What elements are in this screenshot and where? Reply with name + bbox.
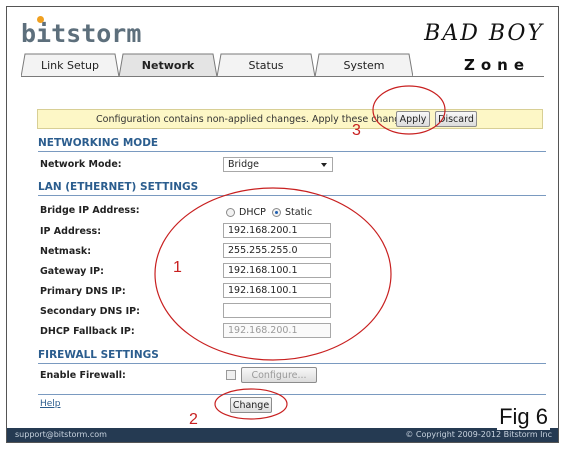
chevron-down-icon	[321, 163, 327, 167]
secondary-dns-label: Secondary DNS IP:	[40, 306, 140, 317]
network-mode-select[interactable]: Bridge	[223, 157, 333, 172]
figure-label: Fig 6	[497, 404, 550, 430]
ip-address-label: IP Address:	[40, 226, 101, 237]
page-frame: bitstorm BAD BOY Zone Link Setup Network…	[6, 6, 559, 443]
bitstorm-logo: bitstorm	[21, 16, 142, 53]
bridge-ip-label: Bridge IP Address:	[40, 205, 140, 216]
support-email: support@bitstorm.com	[15, 430, 107, 439]
tab-link-setup[interactable]: Link Setup	[21, 53, 119, 77]
configure-button: Configure...	[241, 367, 317, 383]
help-link[interactable]: Help	[40, 399, 61, 409]
netmask-input[interactable]: 255.255.255.0	[223, 243, 331, 258]
ip-address-input[interactable]: 192.168.200.1	[223, 223, 331, 238]
brand-logo: BAD BOY Zone	[424, 21, 544, 74]
primary-dns-label: Primary DNS IP:	[40, 286, 126, 297]
main-tabs: Link Setup Network Status System	[21, 53, 413, 77]
annotation-number-1: 1	[173, 259, 182, 276]
dhcp-radio-icon	[226, 208, 235, 217]
brand-line1: BAD BOY	[424, 21, 544, 46]
dhcp-radio-label: DHCP	[239, 207, 266, 218]
gateway-ip-label: Gateway IP:	[40, 266, 104, 277]
enable-firewall-checkbox[interactable]	[226, 370, 236, 380]
secondary-dns-input[interactable]	[223, 303, 331, 318]
logo-dot-icon	[37, 16, 44, 23]
tab-network-label: Network	[141, 58, 195, 72]
bottom-divider	[38, 394, 546, 395]
tab-system[interactable]: System	[315, 53, 413, 77]
networking-mode-heading: NETWORKING MODE	[38, 137, 546, 152]
apply-button[interactable]: Apply	[396, 111, 430, 127]
gateway-ip-input[interactable]: 192.168.100.1	[223, 263, 331, 278]
enable-firewall-label: Enable Firewall:	[40, 370, 126, 381]
tab-system-label: System	[343, 58, 385, 72]
dhcp-fallback-input: 192.168.200.1	[223, 323, 331, 338]
firewall-settings-heading: FIREWALL SETTINGS	[38, 349, 546, 364]
brand-line2: Zone	[463, 56, 530, 74]
dhcp-fallback-label: DHCP Fallback IP:	[40, 326, 135, 337]
copyright-text: © Copyright 2009-2012 Bitstorm Inc	[405, 430, 552, 439]
change-button[interactable]: Change	[230, 397, 272, 413]
tab-link-setup-label: Link Setup	[40, 58, 100, 72]
network-mode-label: Network Mode:	[40, 159, 122, 170]
notice-text: Configuration contains non-applied chang…	[96, 114, 417, 125]
tab-divider	[21, 76, 544, 77]
logo-text: bitstorm	[21, 19, 142, 48]
tab-status[interactable]: Status	[217, 53, 315, 77]
static-radio-label: Static	[285, 207, 313, 218]
tab-network[interactable]: Network	[119, 53, 217, 77]
netmask-label: Netmask:	[40, 246, 92, 257]
discard-button[interactable]: Discard	[435, 111, 477, 127]
dhcp-radio[interactable]: DHCP	[226, 207, 266, 218]
footer-bar: support@bitstorm.com © Copyright 2009-20…	[7, 428, 558, 442]
network-mode-value: Bridge	[228, 159, 259, 170]
annotation-number-2: 2	[189, 411, 198, 428]
unapplied-changes-notice: Configuration contains non-applied chang…	[37, 109, 543, 129]
static-radio-icon	[272, 208, 281, 217]
tab-status-label: Status	[248, 58, 284, 72]
static-radio[interactable]: Static	[272, 207, 312, 218]
primary-dns-input[interactable]: 192.168.100.1	[223, 283, 331, 298]
annotation-number-3: 3	[352, 122, 361, 139]
lan-settings-heading: LAN (ETHERNET) SETTINGS	[38, 181, 546, 196]
